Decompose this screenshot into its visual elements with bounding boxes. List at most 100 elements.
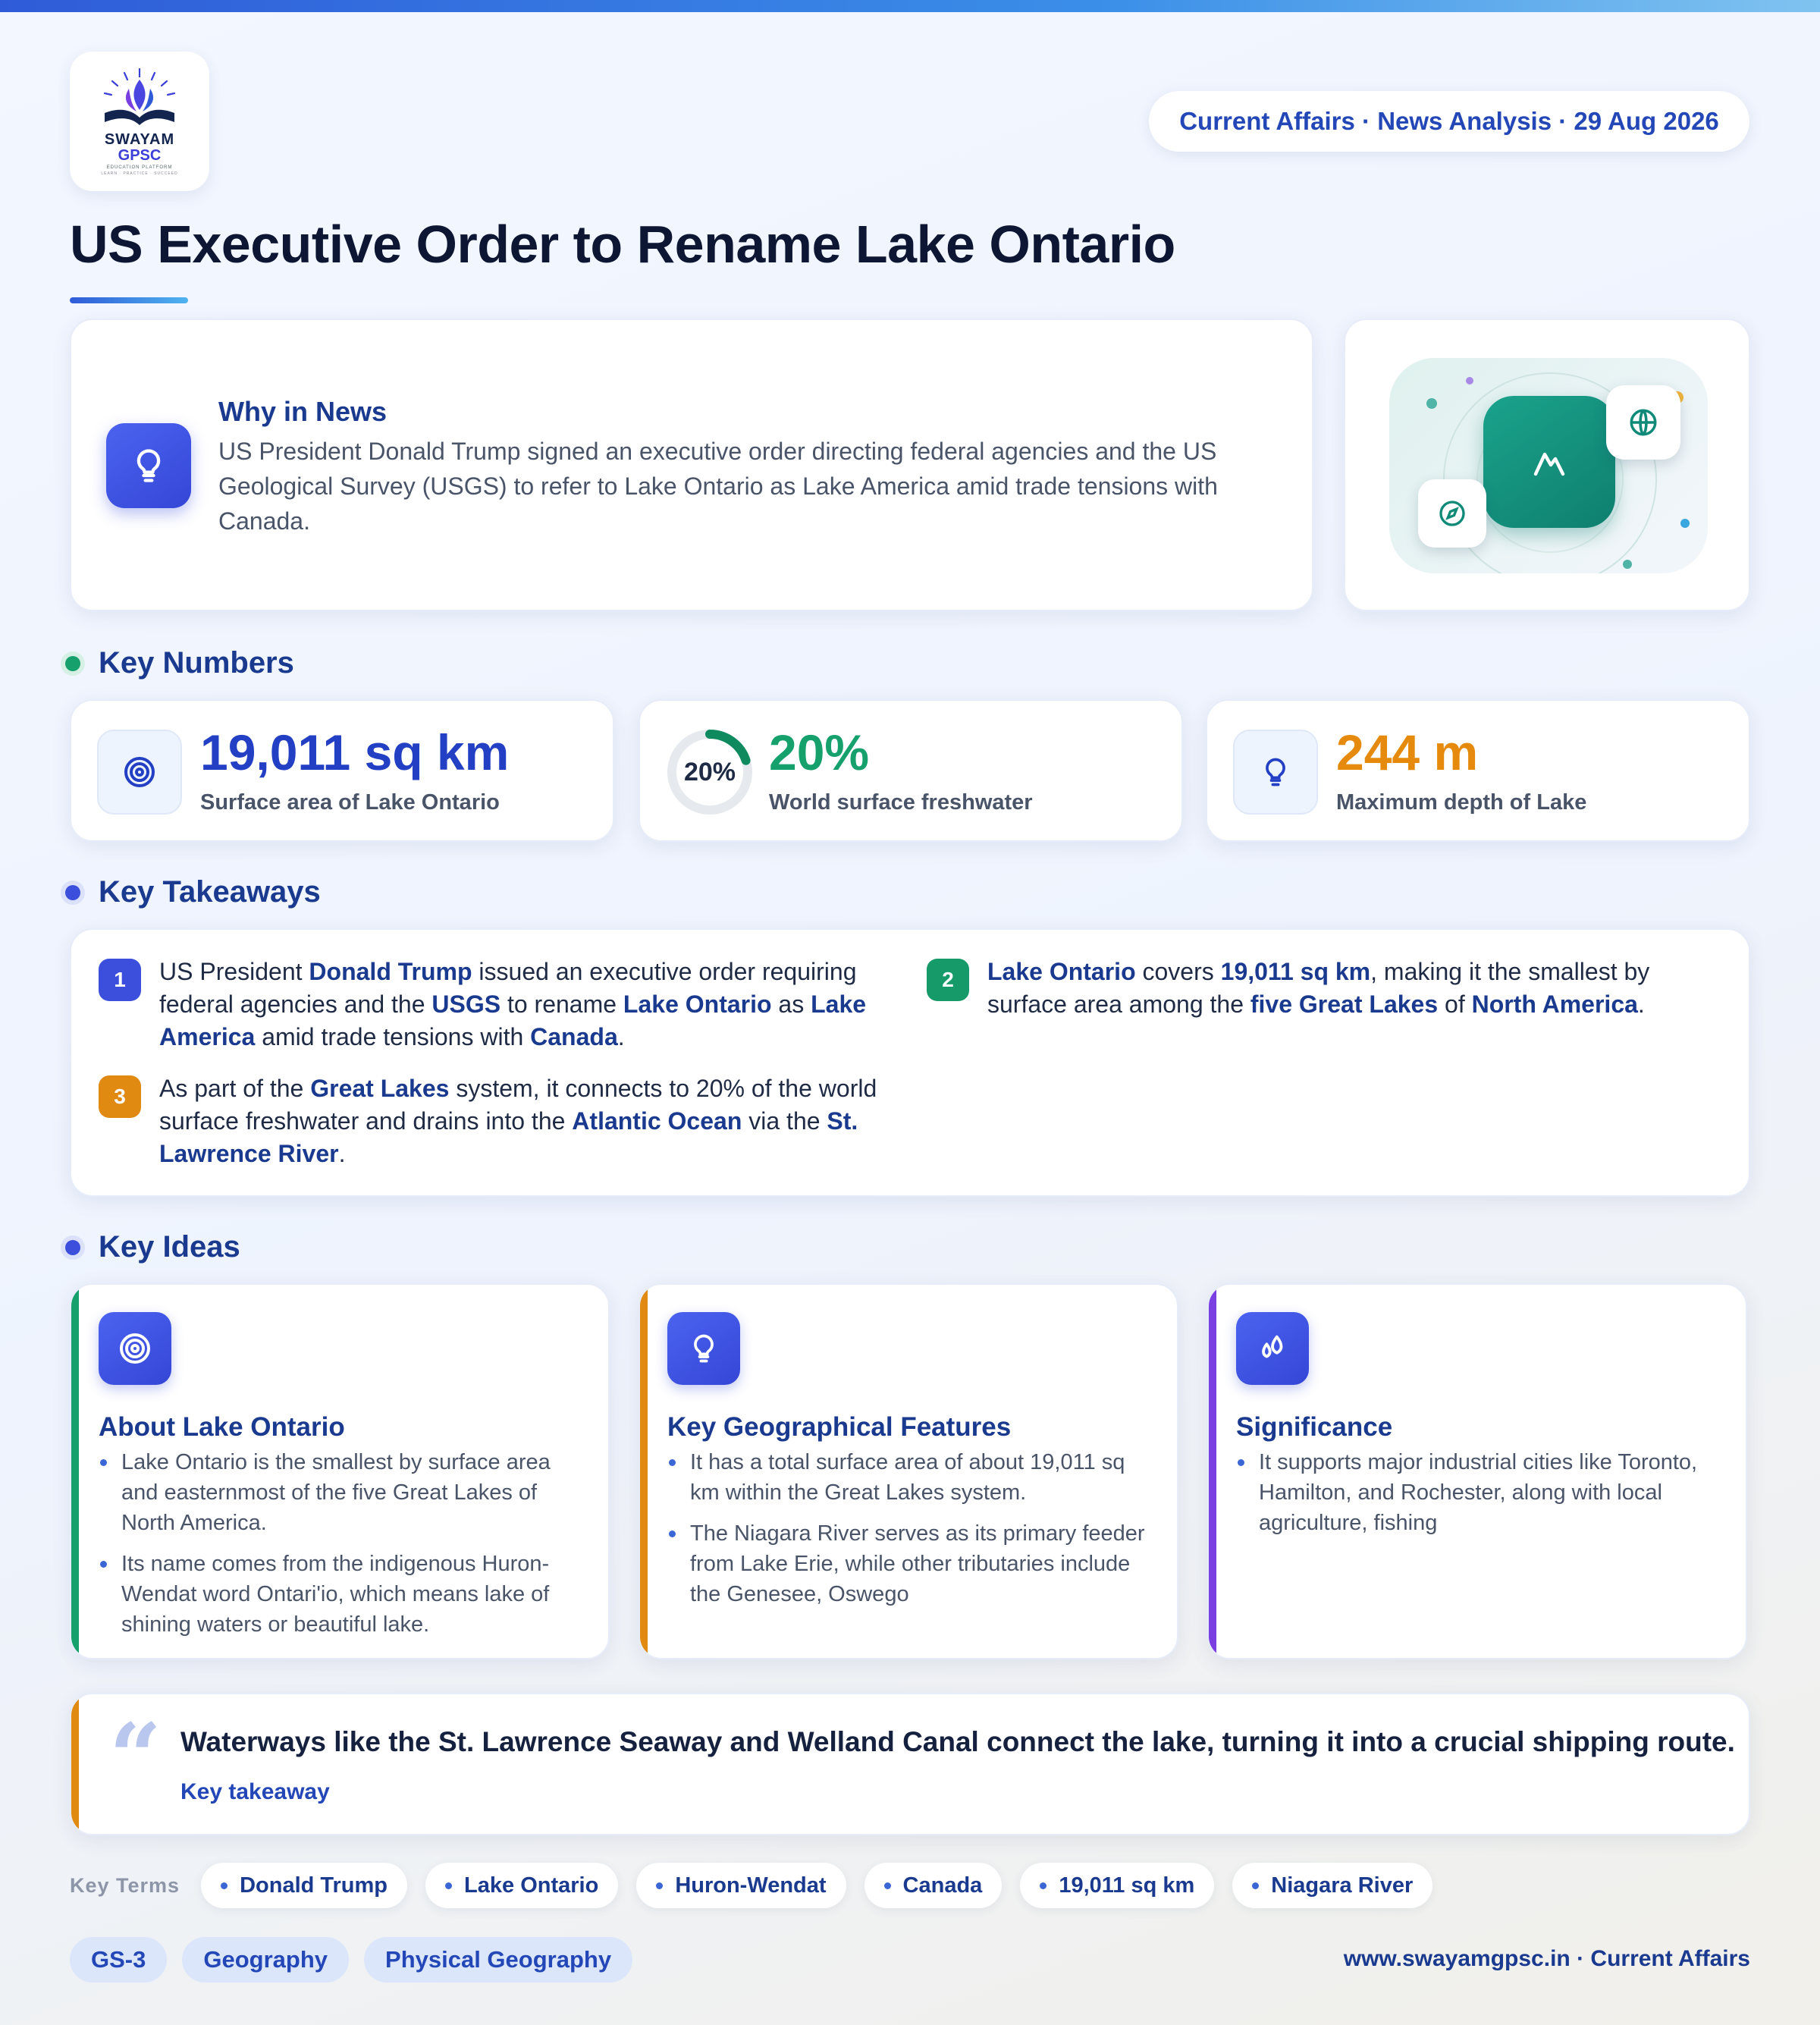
bulb-icon [106, 423, 191, 508]
idea-card-significance: Significance It supports major industria… [1207, 1283, 1747, 1659]
key-term-chip[interactable]: Huron-Wendat [636, 1863, 846, 1908]
chip-dot [883, 1882, 891, 1889]
takeaway-item: 2 Lake Ontario covers 19,011 sq km, maki… [927, 956, 1731, 1021]
idea-accent-bar [1209, 1285, 1216, 1658]
tag-physical-geography[interactable]: Physical Geography [364, 1937, 633, 1983]
mountain-icon [1533, 452, 1565, 476]
idea-point: It supports major industrial cities like… [1236, 1447, 1721, 1538]
idea-point: The Niagara River serves as its primary … [667, 1518, 1153, 1609]
drops-icon [1236, 1312, 1309, 1385]
key-terms-label: Key Terms [70, 1873, 180, 1897]
key-terms-row: Key Terms Donald Trump Lake Ontario Huro… [70, 1863, 1451, 1908]
title-underline [70, 297, 188, 303]
takeaway-segment: covers [1135, 958, 1221, 985]
takeaway-text: Lake Ontario covers 19,011 sq km, making… [987, 956, 1731, 1021]
meta-pill: Current Affairs · News Analysis · 29 Aug… [1149, 91, 1749, 152]
key-term-text: Huron-Wendat [675, 1873, 827, 1898]
takeaway-item: 1 US President Donald Trump issued an ex… [99, 956, 918, 1053]
why-in-news-card: Why in News US President Donald Trump si… [70, 319, 1313, 611]
idea-point: Its name comes from the indigenous Huron… [99, 1549, 584, 1640]
key-term-chip[interactable]: Canada [864, 1863, 1003, 1908]
idea-title: Significance [1236, 1412, 1393, 1442]
stat-value: 244 m [1336, 724, 1479, 780]
section-dot [65, 1239, 80, 1255]
takeaway-segment: . [617, 1023, 625, 1050]
tag-geography[interactable]: Geography [182, 1937, 350, 1983]
globe-icon [1630, 409, 1657, 436]
quote-mark-icon: “ [109, 1703, 162, 1810]
footer-website-link[interactable]: www.swayamgpsc.in · Current Affairs [1344, 1946, 1750, 1972]
section-key-ideas: Key Ideas [65, 1230, 240, 1264]
key-term-chip[interactable]: Donald Trump [201, 1863, 408, 1908]
stat-label: World surface freshwater [769, 790, 1033, 815]
takeaway-highlight: five Great Lakes [1250, 991, 1439, 1018]
section-dot [65, 884, 80, 900]
target-icon [99, 1312, 171, 1385]
compass-icon [1439, 501, 1465, 526]
logo-name: SWAYAM [104, 130, 175, 148]
key-term-chip[interactable]: Lake Ontario [425, 1863, 619, 1908]
logo-motto: LEARN · PRACTICE · SUCCEED [101, 171, 178, 176]
chip-dot [656, 1882, 664, 1889]
idea-point: It has a total surface area of about 19,… [667, 1447, 1153, 1508]
page-title: US Executive Order to Rename Lake Ontari… [70, 215, 1175, 274]
takeaway-highlight: 19,011 sq km [1220, 958, 1371, 985]
top-accent-bar [0, 0, 1820, 12]
takeaway-segment: as [771, 991, 811, 1018]
section-title: Key Takeaways [99, 875, 321, 909]
why-body: US President Donald Trump signed an exec… [218, 438, 1218, 535]
takeaway-text: US President Donald Trump issued an exec… [159, 956, 918, 1053]
key-term-text: 19,011 sq km [1059, 1873, 1195, 1898]
key-term-text: Donald Trump [240, 1873, 388, 1898]
quote-accent-bar [71, 1694, 79, 1834]
idea-card-about: About Lake Ontario Lake Ontario is the s… [70, 1283, 610, 1659]
stat-label: Surface area of Lake Ontario [200, 790, 500, 815]
chip-dot [1040, 1882, 1047, 1889]
takeaway-highlight: North America [1471, 991, 1638, 1018]
takeaway-highlight: Atlantic Ocean [572, 1107, 742, 1135]
brand-logo: SWAYAM GPSC EDUCATION PLATFORM LEARN · P… [70, 52, 209, 191]
takeaway-highlight: USGS [431, 991, 501, 1018]
section-key-takeaways: Key Takeaways [65, 875, 321, 909]
tag-gs3[interactable]: GS-3 [70, 1937, 168, 1983]
key-term-text: Lake Ontario [464, 1873, 599, 1898]
takeaway-segment: amid trade tensions with [255, 1023, 531, 1050]
stat-value: 19,011 sq km [200, 724, 510, 780]
idea-points: It supports major industrial cities like… [1236, 1447, 1721, 1549]
stat-label: Maximum depth of Lake [1336, 790, 1587, 815]
takeaway-segment: As part of the [159, 1075, 311, 1102]
bulb-icon [667, 1312, 740, 1385]
takeaway-highlight: Lake Ontario [623, 991, 772, 1018]
takeaway-number: 3 [99, 1075, 141, 1118]
idea-points: Lake Ontario is the smallest by surface … [99, 1447, 584, 1650]
key-term-text: Canada [902, 1873, 983, 1898]
why-heading: Why in News [218, 396, 388, 427]
key-term-text: Niagara River [1271, 1873, 1414, 1898]
key-term-chip[interactable]: 19,011 sq km [1020, 1863, 1215, 1908]
takeaway-highlight: Great Lakes [310, 1075, 450, 1102]
takeaway-segment: to rename [500, 991, 623, 1018]
idea-card-geography: Key Geographical Features It has a total… [639, 1283, 1178, 1659]
takeaway-text: As part of the Great Lakes system, it co… [159, 1072, 918, 1170]
illustration-card [1344, 319, 1750, 611]
takeaway-number: 2 [927, 959, 969, 1001]
stat-card-freshwater: 20% 20% World surface freshwater [639, 699, 1183, 842]
progress-ring-label: 20% [683, 757, 736, 786]
takeaway-segment: via the [742, 1107, 827, 1135]
takeaway-highlight: Canada [530, 1023, 618, 1050]
quote-text: Waterways like the St. Lawrence Seaway a… [180, 1726, 1735, 1757]
takeaway-segment: of [1438, 991, 1472, 1018]
takeaway-item: 3 As part of the Great Lakes system, it … [99, 1072, 918, 1170]
bulb-icon [1233, 730, 1318, 815]
quote-caption: Key takeaway [180, 1779, 330, 1804]
takeaway-highlight: Lake Ontario [987, 958, 1136, 985]
section-title: Key Numbers [99, 646, 294, 680]
takeaways-card: 1 US President Donald Trump issued an ex… [70, 928, 1750, 1197]
takeaway-segment: . [338, 1140, 346, 1167]
key-term-chip[interactable]: Niagara River [1232, 1863, 1433, 1908]
takeaway-segment: . [1637, 991, 1645, 1018]
chip-dot [445, 1882, 453, 1889]
compass-badge [1418, 479, 1486, 548]
idea-accent-bar [71, 1285, 79, 1658]
tag-row: GS-3 Geography Physical Geography [70, 1937, 648, 1983]
